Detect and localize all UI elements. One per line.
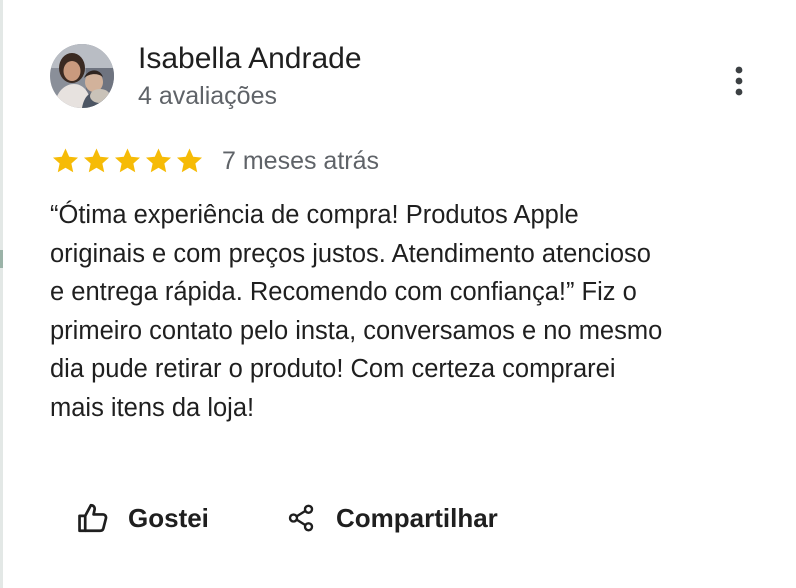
reviewer-review-count: 4 avaliações: [138, 82, 277, 110]
share-label: Compartilhar: [336, 502, 498, 533]
thumb-up-icon: [78, 503, 108, 533]
star-filled-icon: [177, 148, 202, 173]
like-label: Gostei: [128, 502, 209, 533]
star-filled-icon: [53, 148, 78, 173]
share-button[interactable]: Compartilhar: [286, 498, 498, 538]
share-icon: [288, 504, 314, 532]
review-date: 7 meses atrás: [222, 147, 380, 175]
left-edge-divider: [0, 0, 3, 588]
review-text: “Ótima experiência de compra! Produtos A…: [50, 201, 663, 422]
star-rating: [50, 145, 205, 177]
reviewer-name[interactable]: Isabella Andrade: [138, 40, 362, 78]
like-button[interactable]: Gostei: [76, 498, 209, 538]
star-filled-icon: [146, 148, 171, 173]
avatar[interactable]: [50, 44, 114, 108]
more-vert-icon: [735, 66, 743, 96]
star-filled-icon: [84, 148, 109, 173]
star-filled-icon: [115, 148, 140, 173]
more-options-button[interactable]: [722, 62, 756, 100]
